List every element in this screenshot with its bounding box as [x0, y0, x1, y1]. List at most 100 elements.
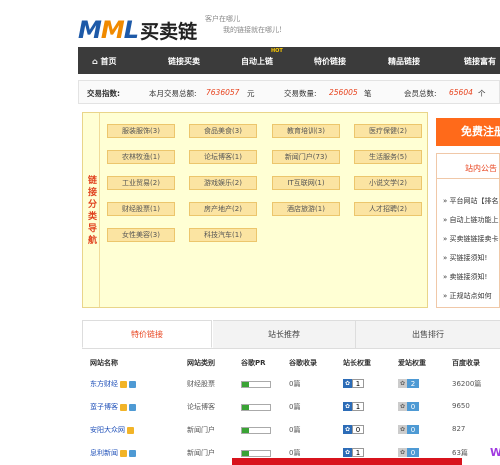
category-item[interactable]: 工业贸易(2): [107, 176, 175, 190]
category-item[interactable]: 女性美容(3): [107, 228, 175, 242]
baidu-index: 827: [452, 425, 466, 433]
hot-badge: HOT: [271, 48, 283, 54]
aiz-weight-value: 0: [407, 401, 419, 411]
category-side-text: 链接分类导航: [88, 176, 98, 246]
paw-icon: ✿: [343, 424, 352, 434]
category-item[interactable]: 酒店旅游(1): [272, 202, 340, 216]
pr-bar: [241, 450, 271, 457]
badge-icon: [129, 403, 136, 411]
site-category: 财经股票: [187, 380, 215, 388]
category-item[interactable]: 人才招聘(2): [354, 202, 422, 216]
category-item[interactable]: 食品美食(3): [189, 124, 257, 138]
zz-weight-value: 0: [352, 424, 364, 434]
site-category: 新闻门户: [187, 426, 215, 434]
table-header: 网站名称 网站类别 谷歌PR 谷歌收录 站长权重 爱站权重 百度收录: [90, 358, 500, 370]
category-item[interactable]: 论坛博客(1): [189, 150, 257, 164]
category-item[interactable]: 小说文学(2): [354, 176, 422, 190]
site-logo[interactable]: MML 买卖链: [78, 8, 197, 44]
google-index: 0篇: [289, 426, 301, 434]
col-google-pr: 谷歌PR: [241, 359, 266, 367]
nav-auto-link[interactable]: 自动上链 HOT: [241, 48, 283, 67]
category-item[interactable]: 财经股票(1): [107, 202, 175, 216]
home-icon: ⌂: [92, 57, 98, 66]
category-item[interactable]: 游戏娱乐(2): [189, 176, 257, 190]
site-category: 论坛博客: [187, 403, 215, 411]
col-baidu-index: 百度收录: [452, 359, 480, 367]
site-name[interactable]: 蛮子博客: [90, 402, 136, 412]
badge-icon: [120, 380, 127, 388]
notice-item[interactable]: » 卖链接须知!: [443, 272, 487, 282]
month-total-label: 本月交易总额:: [149, 89, 197, 98]
nav-premium-links[interactable]: 精品链接: [388, 56, 420, 67]
col-category: 网站类别: [187, 359, 215, 367]
site-name[interactable]: 息利新闻: [90, 448, 136, 458]
badge-icon: [120, 449, 127, 457]
category-item[interactable]: 生活服务(5): [354, 150, 422, 164]
site-name[interactable]: 安阳大众网: [90, 425, 134, 435]
notice-item[interactable]: » 正规站点如何: [443, 291, 492, 301]
table-row[interactable]: 东方财经 财经股票 0篇 ✿ 1 ✿ 2 36200篇: [90, 376, 500, 394]
zz-weight: ✿ 0: [343, 424, 364, 434]
category-item[interactable]: 医疗保健(2): [354, 124, 422, 138]
paw-icon: ✿: [343, 447, 352, 457]
paw-icon: ✿: [343, 378, 352, 388]
paw-icon: ✿: [398, 424, 407, 434]
nav-special-links[interactable]: 特价链接: [314, 56, 346, 67]
badge-icon: [127, 426, 134, 434]
col-site-name: 网站名称: [90, 359, 118, 367]
category-item[interactable]: 教育培训(3): [272, 124, 340, 138]
notice-item[interactable]: » 自动上链功能上: [443, 215, 499, 225]
site-name-text: 东方财经: [90, 380, 118, 388]
notice-item[interactable]: » 买卖链链接卖卡: [443, 234, 499, 244]
members-unit: 个: [478, 89, 486, 98]
slogan-line1: 客户在哪儿: [205, 15, 240, 23]
badge-icon: [129, 449, 136, 457]
month-total-value: 7636057: [206, 88, 240, 97]
paw-icon: ✿: [398, 401, 407, 411]
aiz-weight: ✿ 2: [398, 378, 419, 388]
nav-link-trade[interactable]: 链接买卖: [168, 56, 200, 67]
site-name[interactable]: 东方财经: [90, 379, 136, 389]
category-item[interactable]: 房产地产(2): [189, 202, 257, 216]
watermark-logo: W: [490, 446, 500, 459]
baidu-index: 63篇: [452, 449, 468, 457]
notice-box: 站内公告 » 平台网站【排名 » 自动上链功能上 » 买卖链链接卖卡 » 买链接…: [436, 153, 500, 308]
google-index: 0篇: [289, 403, 301, 411]
aiz-weight-value: 0: [407, 447, 419, 457]
tab-recommended[interactable]: 站长推荐: [213, 320, 355, 348]
category-item[interactable]: IT互联网(1): [272, 176, 340, 190]
zz-weight-value: 1: [352, 378, 364, 388]
free-register-button[interactable]: 免费注册: [436, 118, 500, 146]
tab-sales-ranking[interactable]: 出售排行: [355, 320, 500, 348]
category-item[interactable]: 农林牧渔(1): [107, 150, 175, 164]
month-total-unit: 元: [247, 89, 255, 98]
paw-icon: ✿: [398, 447, 407, 457]
pr-bar: [241, 381, 271, 388]
pr-bar: [241, 427, 271, 434]
overlay-banner: [232, 458, 462, 465]
category-item[interactable]: 科技汽车(1): [189, 228, 257, 242]
pr-bar: [241, 404, 271, 411]
tab-special-links[interactable]: 特价链接: [82, 320, 212, 348]
members-value: 65604: [449, 88, 473, 97]
site-name-text: 息利新闻: [90, 449, 118, 457]
nav-home[interactable]: ⌂ 首页: [92, 56, 117, 67]
logo-mark: MML: [78, 16, 139, 44]
notice-item[interactable]: » 买链接须知!: [443, 253, 487, 263]
slogan-line2: 我的链接就在哪儿!: [223, 26, 282, 34]
table-row[interactable]: 安阳大众网 新闻门户 0篇 ✿ 0 ✿ 0 827: [90, 422, 500, 440]
baidu-index: 9650: [452, 402, 470, 410]
paw-icon: ✿: [343, 401, 352, 411]
category-nav-panel: 链接分类导航 服装服饰(3) 食品美食(3) 教育培训(3) 医疗保健(2) 农…: [82, 112, 428, 308]
category-item[interactable]: 服装服饰(3): [107, 124, 175, 138]
aiz-weight: ✿ 0: [398, 401, 419, 411]
table-row[interactable]: 蛮子博客 论坛博客 0篇 ✿ 1 ✿ 0 9650: [90, 399, 500, 417]
category-item[interactable]: 新闻门户(73): [272, 150, 340, 164]
nav-link-rich[interactable]: 链接富有: [464, 56, 496, 67]
aiz-weight: ✿ 0: [398, 424, 419, 434]
trade-stats-bar: 交易指数: 本月交易总额: 7636057 元 交易数量: 256005 笔 会…: [78, 80, 500, 104]
aiz-weight: ✿ 0: [398, 447, 419, 457]
badge-icon: [129, 380, 136, 388]
category-side-label: 链接分类导航: [83, 113, 100, 307]
notice-item[interactable]: » 平台网站【排名: [443, 196, 499, 206]
